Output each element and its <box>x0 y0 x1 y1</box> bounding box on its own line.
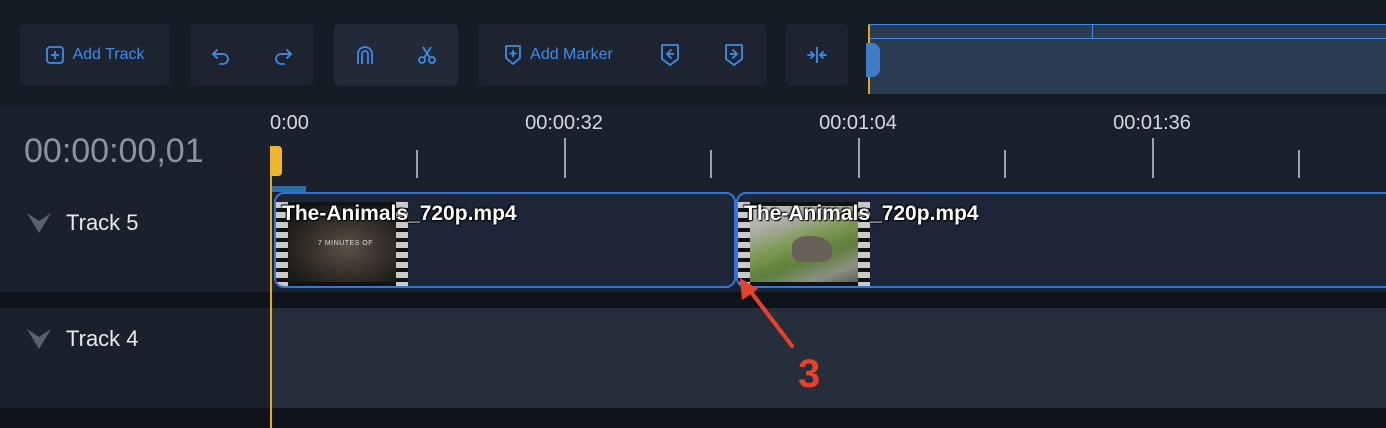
playhead-range <box>272 186 306 192</box>
ruler-label: 00:01:36 <box>1113 112 1191 134</box>
undo-button[interactable] <box>190 24 252 86</box>
ruler-label: 00:00:32 <box>525 112 603 134</box>
track-header-4[interactable]: Track 4 <box>0 308 270 408</box>
scissors-icon <box>418 46 436 64</box>
ruler-tick <box>1298 150 1300 178</box>
time-ruler[interactable]: 00:00:00,01 0:00 00:00:32 00:01:04 00:01… <box>0 106 1386 192</box>
timeline-editor: Add Track Add Marker 00:00:00,01 0:00 00… <box>0 0 1386 428</box>
add-track-group: Add Track <box>20 24 170 86</box>
ruler-tick <box>416 150 418 178</box>
overview-scroll-handle[interactable] <box>866 43 880 77</box>
track-name: Track 5 <box>66 210 139 235</box>
annotation-label: 3 <box>798 352 821 396</box>
undo-icon <box>212 49 229 65</box>
overview-strip <box>870 25 1386 39</box>
timeline-overview[interactable] <box>866 24 1386 94</box>
add-track-button[interactable]: Add Track <box>20 24 170 86</box>
collapse-icon <box>807 47 827 63</box>
playhead-line[interactable] <box>270 146 272 428</box>
track-header-5[interactable]: Track 5 <box>0 192 270 292</box>
previous-marker-button[interactable] <box>638 24 702 86</box>
thumbnail-text: 7 MINUTES OF <box>318 240 374 247</box>
redo-button[interactable] <box>252 24 314 86</box>
video-clip[interactable]: 7 MINUTES OF The-Animals_720p.mp4 <box>274 192 736 288</box>
marker-plus-icon <box>505 45 522 65</box>
clip-name: The-Animals_720p.mp4 <box>282 202 517 225</box>
track-lane-5[interactable]: 7 MINUTES OF The-Animals_720p.mp4 The-An… <box>270 192 1386 292</box>
playhead-handle[interactable] <box>270 146 282 176</box>
track-separator <box>0 292 1386 308</box>
chevron-down-icon[interactable] <box>26 328 52 350</box>
snap-button[interactable] <box>334 24 396 86</box>
collapse-button[interactable] <box>786 24 848 86</box>
marker-group: Add Marker <box>478 24 766 86</box>
prev-marker-icon <box>661 44 679 66</box>
track-separator <box>0 408 1386 428</box>
chevron-down-icon[interactable] <box>26 212 52 234</box>
redo-icon <box>275 49 292 65</box>
video-clip[interactable]: The-Animals_720p.mp4 <box>736 192 1386 288</box>
history-group <box>190 24 314 86</box>
magnet-icon <box>357 46 373 64</box>
ruler-tick <box>858 138 860 178</box>
ruler-tick <box>1152 138 1154 178</box>
track-name: Track 4 <box>66 326 139 351</box>
edit-tools-group <box>334 24 458 86</box>
add-track-label: Add Track <box>72 46 145 63</box>
thumbnail-animal <box>792 236 832 262</box>
clip-name: The-Animals_720p.mp4 <box>744 202 979 225</box>
toolbar: Add Track Add Marker <box>0 0 1386 106</box>
zoom-fit-group <box>786 24 848 86</box>
ruler-tick <box>710 150 712 178</box>
add-marker-button[interactable]: Add Marker <box>478 24 638 86</box>
current-timecode: 00:00:00,01 <box>24 132 204 170</box>
ruler-tick <box>564 138 566 178</box>
next-marker-button[interactable] <box>702 24 766 86</box>
ruler-label: 0:00 <box>270 112 309 134</box>
add-marker-label: Add Marker <box>530 46 613 63</box>
next-marker-icon <box>725 44 743 66</box>
overview-divider <box>1092 25 1093 39</box>
plus-square-icon <box>46 46 65 64</box>
track-lane-4[interactable] <box>270 308 1386 408</box>
ruler-label: 00:01:04 <box>819 112 897 134</box>
ruler-tick <box>1004 150 1006 178</box>
split-button[interactable] <box>396 24 458 86</box>
